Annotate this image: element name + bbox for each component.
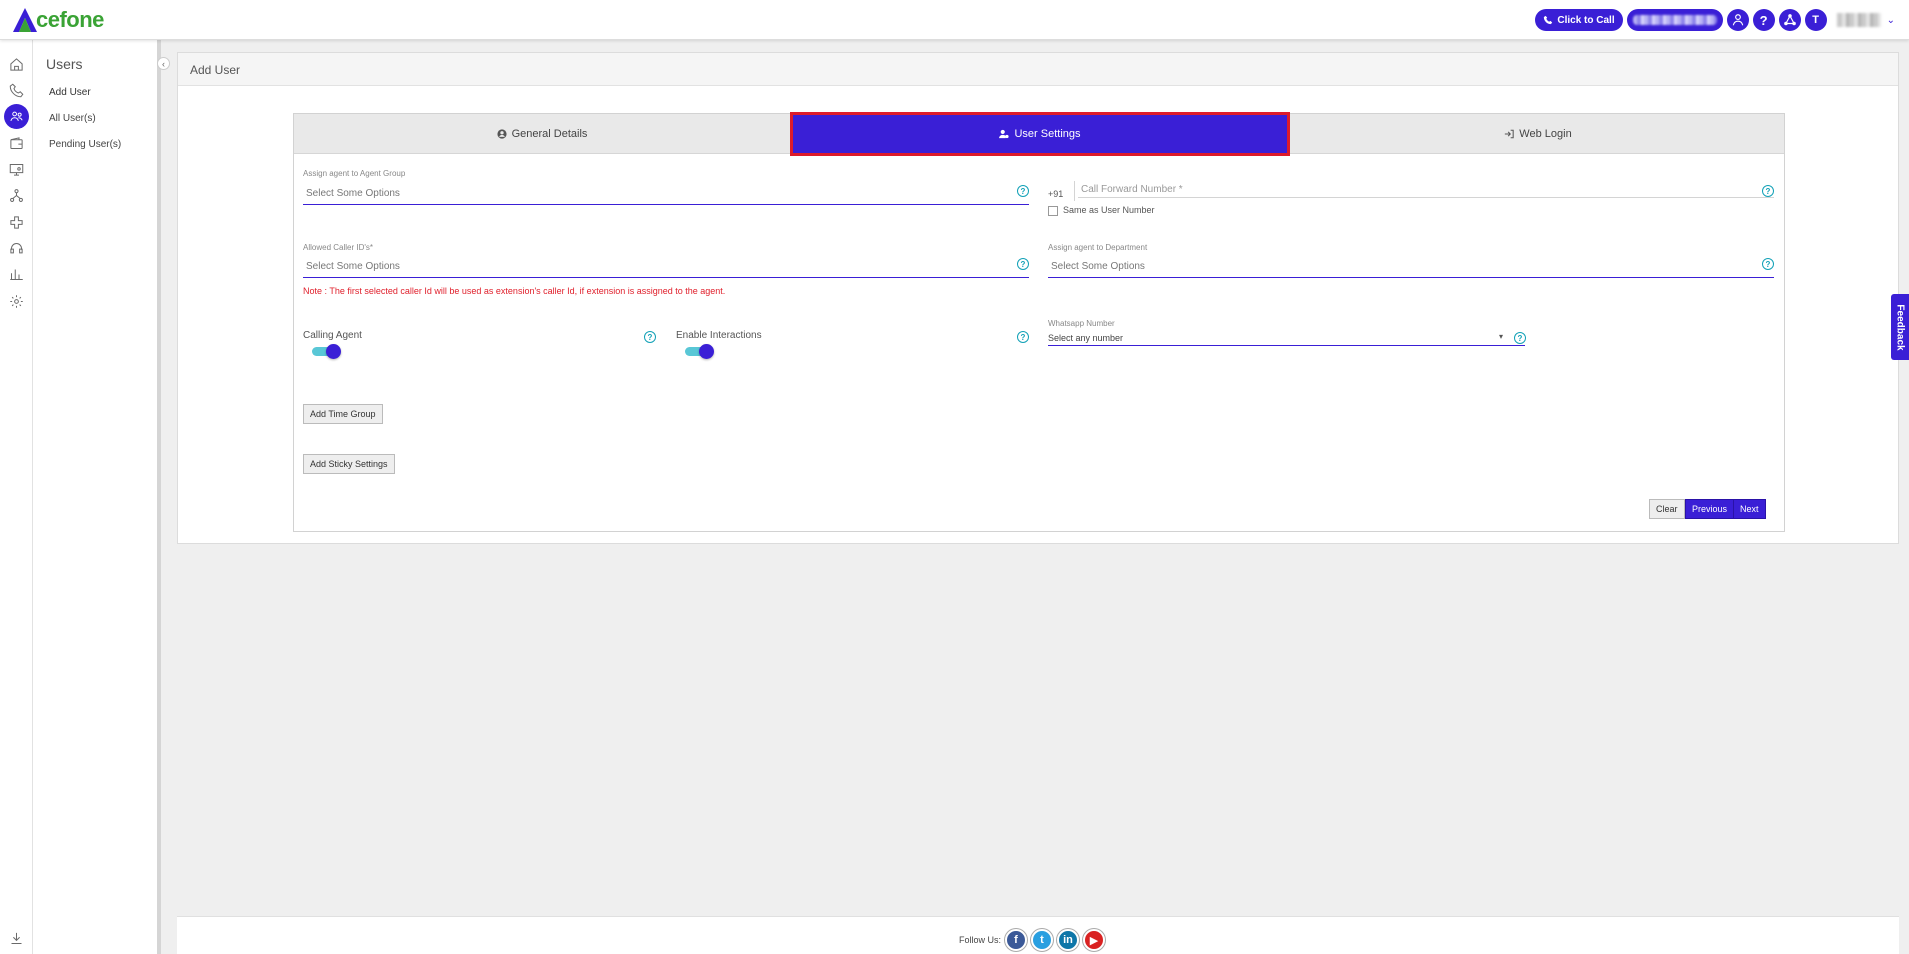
enable-interactions-label: Enable Interactions bbox=[676, 330, 762, 341]
chevron-down-icon[interactable]: ⌄ bbox=[1887, 15, 1895, 26]
department-select[interactable]: Select Some Options bbox=[1048, 256, 1774, 278]
home-icon[interactable] bbox=[4, 52, 29, 77]
facebook-icon[interactable]: f bbox=[1005, 929, 1028, 951]
user-name-blurred[interactable] bbox=[1836, 13, 1881, 27]
twitter-icon[interactable]: t bbox=[1031, 929, 1054, 951]
collapse-sidebar-icon[interactable]: ‹ bbox=[157, 57, 170, 70]
user-avatar[interactable]: T bbox=[1804, 9, 1827, 31]
agent-status-icon[interactable] bbox=[1726, 9, 1749, 31]
caller-id-selector[interactable] bbox=[1626, 9, 1723, 31]
tab-label: User Settings bbox=[1014, 128, 1081, 140]
youtube-icon[interactable]: ▶ bbox=[1083, 929, 1106, 951]
toggle-knob bbox=[699, 344, 714, 359]
agent-group-label: Assign agent to Agent Group bbox=[303, 169, 406, 178]
whatsapp-value: Select any number bbox=[1048, 333, 1124, 343]
brand-logo[interactable]: cefone bbox=[12, 6, 104, 34]
caller-ids-label: Allowed Caller ID's* bbox=[303, 243, 373, 252]
tab-web-login[interactable]: Web Login bbox=[1290, 114, 1786, 154]
follow-us-label: Follow Us: bbox=[959, 935, 1002, 945]
users-submenu: Users Add User All User(s) Pending User(… bbox=[33, 40, 161, 954]
clear-button[interactable]: Clear bbox=[1649, 499, 1685, 519]
call-forward-input[interactable]: Call Forward Number * bbox=[1078, 176, 1774, 198]
download-icon[interactable] bbox=[4, 926, 29, 951]
agent-group-select[interactable]: Select Some Options bbox=[303, 183, 1029, 205]
tab-general-details[interactable]: General Details bbox=[294, 114, 790, 154]
same-as-user-checkbox[interactable] bbox=[1048, 206, 1058, 216]
network-icon[interactable] bbox=[4, 183, 29, 208]
feedback-label: Feedback bbox=[1894, 303, 1906, 351]
help-icon[interactable]: ? bbox=[1752, 9, 1775, 31]
add-user-form: General Details User Settings Web Login … bbox=[293, 112, 1786, 532]
whatsapp-select[interactable]: Select any number ▾ bbox=[1048, 324, 1525, 346]
header-actions: Click to Call ? T ⌄ bbox=[1535, 9, 1895, 31]
panel-header: Add User bbox=[178, 53, 1898, 86]
brand-name: cefone bbox=[36, 7, 104, 32]
submenu-item-pending-users[interactable]: Pending User(s) bbox=[49, 139, 121, 150]
help-icon[interactable]: ? bbox=[1017, 331, 1029, 343]
calling-agent-label: Calling Agent bbox=[303, 330, 362, 341]
help-icon[interactable]: ? bbox=[644, 331, 656, 343]
department-placeholder: Select Some Options bbox=[1051, 261, 1145, 272]
click-to-call-button[interactable]: Click to Call bbox=[1535, 9, 1623, 31]
divider bbox=[1074, 181, 1075, 201]
icon-rail bbox=[0, 40, 33, 954]
phone-icon bbox=[1544, 15, 1553, 25]
users-icon[interactable] bbox=[4, 104, 29, 129]
help-icon[interactable]: ? bbox=[1514, 332, 1526, 344]
click-to-call-label: Click to Call bbox=[1557, 14, 1615, 26]
caller-id-note: Note : The first selected caller Id will… bbox=[303, 286, 726, 296]
caller-ids-select[interactable]: Select Some Options bbox=[303, 256, 1029, 278]
linkedin-icon[interactable]: in bbox=[1057, 929, 1080, 951]
help-icon[interactable]: ? bbox=[1017, 185, 1029, 197]
phone-icon[interactable] bbox=[4, 78, 29, 103]
next-button[interactable]: Next bbox=[1733, 499, 1766, 519]
monitor-settings-icon[interactable] bbox=[4, 157, 29, 182]
calling-agent-toggle[interactable] bbox=[312, 343, 342, 359]
country-code: +91 bbox=[1048, 189, 1064, 199]
caret-down-icon: ▾ bbox=[1498, 332, 1503, 341]
add-time-group-button[interactable]: Add Time Group bbox=[303, 404, 383, 424]
help-icon[interactable]: ? bbox=[1762, 185, 1774, 197]
page-title: Add User bbox=[190, 63, 241, 77]
call-forward-placeholder: Call Forward Number * bbox=[1081, 184, 1183, 195]
tab-user-settings[interactable]: User Settings bbox=[790, 112, 1290, 156]
tab-label: General Details bbox=[511, 128, 588, 140]
login-icon bbox=[1505, 129, 1514, 139]
support-icon[interactable] bbox=[4, 236, 29, 261]
help-icon[interactable]: ? bbox=[1017, 258, 1029, 270]
top-bar: cefone Click to Call ? T ⌄ bbox=[0, 0, 1909, 40]
agent-group-placeholder: Select Some Options bbox=[306, 188, 400, 199]
add-sticky-settings-button[interactable]: Add Sticky Settings bbox=[303, 454, 395, 474]
social-links: Follow Us: f t in ▶ bbox=[959, 929, 1106, 951]
add-user-panel: Add User General Details User Settings W… bbox=[177, 52, 1899, 544]
user-circle-icon bbox=[496, 129, 507, 139]
user-settings-icon bbox=[999, 129, 1010, 139]
feedback-tab[interactable]: Feedback bbox=[1891, 294, 1909, 360]
footer: Follow Us: f t in ▶ bbox=[177, 916, 1899, 954]
submenu-item-add-user[interactable]: Add User bbox=[49, 87, 91, 98]
previous-button[interactable]: Previous bbox=[1685, 499, 1735, 519]
help-icon[interactable]: ? bbox=[1762, 258, 1774, 270]
logo-mark-icon bbox=[13, 8, 37, 32]
same-as-user-label: Same as User Number bbox=[1063, 205, 1155, 215]
wallet-icon[interactable] bbox=[4, 131, 29, 156]
caller-ids-placeholder: Select Some Options bbox=[306, 261, 400, 272]
form-tabs: General Details User Settings Web Login bbox=[294, 112, 1786, 156]
gear-icon[interactable] bbox=[4, 289, 29, 314]
department-label: Assign agent to Department bbox=[1048, 243, 1148, 252]
submenu-title: Users bbox=[46, 56, 83, 72]
tab-label: Web Login bbox=[1519, 128, 1572, 140]
submenu-item-all-users[interactable]: All User(s) bbox=[49, 113, 96, 124]
enable-interactions-toggle[interactable] bbox=[685, 343, 715, 359]
integrations-icon[interactable] bbox=[1778, 9, 1801, 31]
toggle-knob bbox=[326, 344, 341, 359]
plugin-icon[interactable] bbox=[4, 210, 29, 235]
reports-icon[interactable] bbox=[4, 262, 29, 287]
